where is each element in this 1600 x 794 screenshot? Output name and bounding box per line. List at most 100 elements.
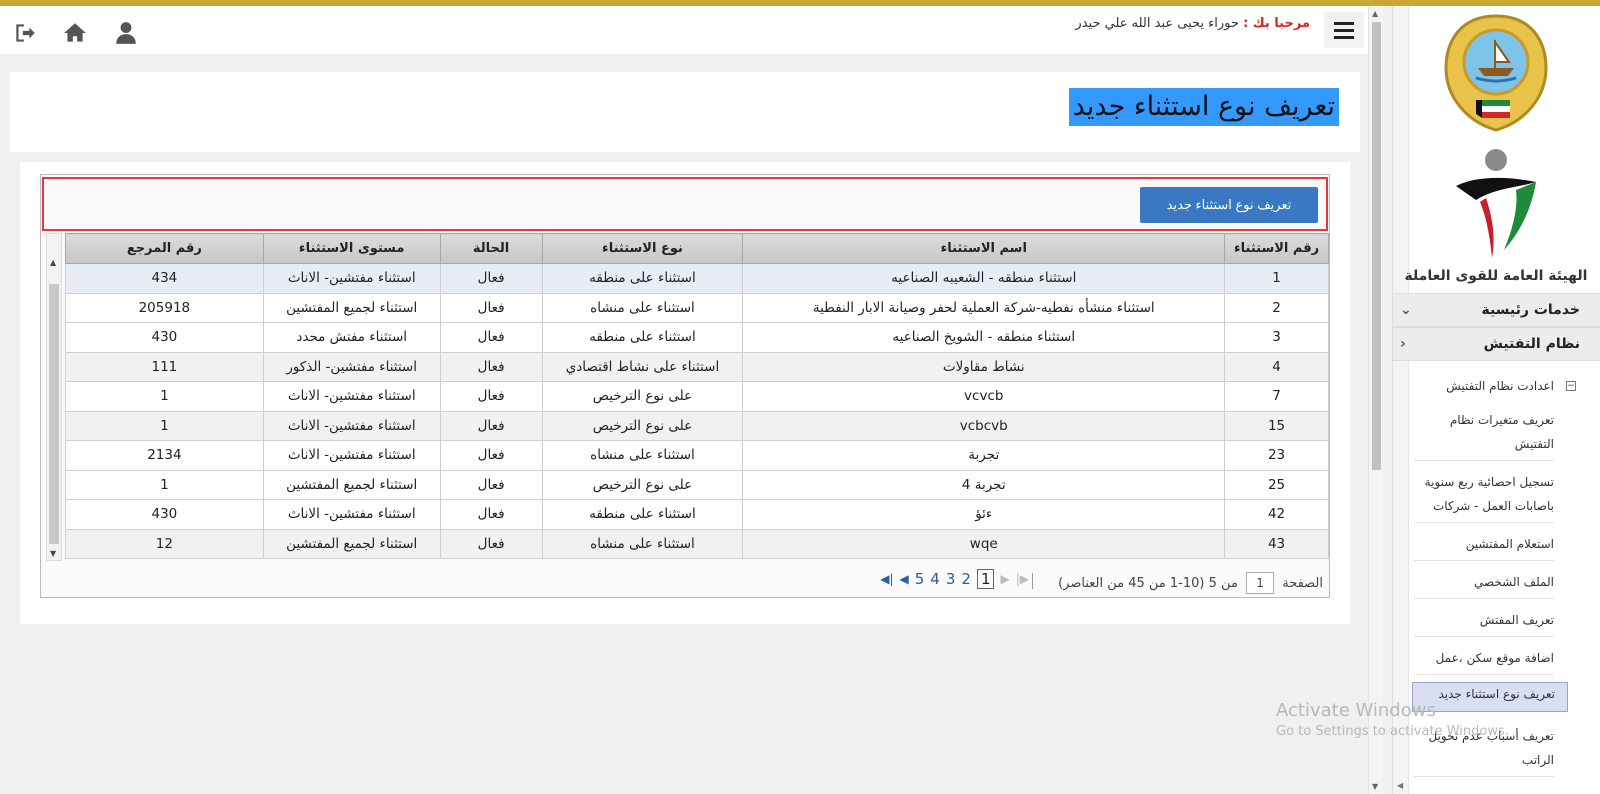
table-cell: استثناء على منطقه — [541, 499, 744, 530]
table-cell: 205918 — [65, 292, 264, 323]
user-name: حوراء يحيى عبد الله علي حيدر — [1075, 16, 1239, 31]
grid-scroll-thumb[interactable] — [49, 284, 59, 544]
sidebar-item-inspection-system[interactable]: نظام التفتيش ‹ — [1393, 327, 1600, 361]
table-cell: 2 — [1224, 292, 1329, 323]
table-cell: استثناء مفتشين- الذكور — [262, 351, 441, 382]
table-cell: استثناء مفتشين- الاناث — [262, 263, 441, 294]
chevron-left-icon: ‹ — [1400, 336, 1406, 352]
menu-toggle-button[interactable] — [1324, 12, 1364, 48]
table-cell: 15 — [1224, 410, 1329, 441]
grid-scrollbar[interactable]: ▲ ▼ — [46, 233, 62, 561]
table-cell: 7 — [1224, 381, 1329, 412]
page-scroll-thumb[interactable] — [1372, 22, 1381, 470]
column-header[interactable]: نوع الاستثناء — [541, 233, 744, 264]
table-cell: فعال — [439, 263, 543, 294]
home-icon[interactable] — [62, 20, 88, 46]
table-cell: 430 — [65, 322, 264, 353]
first-page-icon[interactable]: |◀ — [880, 572, 893, 586]
column-header[interactable]: اسم الاستثناء — [742, 233, 1226, 264]
sidebar-item-define-inspector[interactable]: تعريف المفتش — [1414, 608, 1554, 637]
table-row[interactable]: 43 wqe استثناء على منشاه فعال استثناء لج… — [65, 528, 1329, 559]
sidebar-item-label: اعدادت نظام التفتيش — [1446, 379, 1554, 393]
pager-nav: ▶| ▶ 1 2 3 4 5 ◀ |◀ — [880, 569, 1029, 589]
table-cell: فعال — [439, 351, 543, 382]
pager-divider — [1032, 573, 1033, 589]
sidebar-item-label: نظام التفتيش — [1483, 336, 1580, 352]
table-cell: استثناء لجميع المفتشين — [262, 528, 441, 559]
table-cell: استثناء مفتشين- الاناث — [262, 499, 441, 530]
table-cell: على نوع الترخيص — [541, 469, 744, 500]
sidebar-item-inspection-settings[interactable]: − اعدادت نظام التفتيش — [1393, 373, 1600, 399]
table-cell: wqe — [742, 528, 1226, 559]
hamburger-icon — [1334, 21, 1354, 25]
page-link[interactable]: 2 — [961, 570, 971, 588]
table-row[interactable]: 42 ءئؤ استثناء على منطقه فعال استثناء مف… — [65, 499, 1329, 530]
column-header[interactable]: الحالة — [439, 233, 543, 264]
table-cell: استثناء على منشاه — [541, 528, 744, 559]
chevron-down-icon: ⌄ — [1400, 302, 1412, 318]
previous-page-icon[interactable]: ◀ — [900, 572, 909, 586]
table-cell: 1 — [65, 381, 264, 412]
page-link[interactable]: 4 — [930, 570, 940, 588]
sidebar-item-main-services[interactable]: خدمات رئيسية ⌄ — [1393, 293, 1600, 327]
sidebar: ◀ الهيئة العامة للقوى العاملة خدمات رئيس… — [1392, 6, 1600, 794]
last-page-icon[interactable]: ▶| — [1016, 572, 1029, 586]
table-cell: 4 — [1224, 351, 1329, 382]
table-cell: استثناء على منطقه — [541, 322, 744, 353]
content-card: تعريف نوع استثناء جديد ▲ ▼ رقم الاستثناء… — [20, 162, 1350, 624]
scroll-down-arrow-icon[interactable]: ▼ — [50, 549, 56, 558]
collapse-icon[interactable]: − — [1566, 381, 1576, 391]
column-header[interactable]: رقم الاستثناء — [1224, 233, 1329, 264]
user-icon[interactable] — [113, 20, 139, 46]
table-cell: استثناء منطقه - الشويخ الصناعيه — [742, 322, 1226, 353]
table-row[interactable]: 2 استثناء منشأه نفطيه-شركة العملية لحفر … — [65, 292, 1329, 323]
exceptions-grid: تعريف نوع استثناء جديد ▲ ▼ رقم الاستثناء… — [40, 174, 1330, 598]
column-header[interactable]: رقم المرجع — [65, 233, 264, 264]
table-row[interactable]: 25 تجربة 4 على نوع الترخيص فعال استثناء … — [65, 469, 1329, 500]
table-cell: استثناء على منشاه — [541, 440, 744, 471]
table-header-row: رقم الاستثناء اسم الاستثناء نوع الاستثنا… — [65, 233, 1329, 264]
table-row[interactable]: 23 تجربة استثناء على منشاه فعال استثناء … — [65, 440, 1329, 471]
sidebar-item-profile[interactable]: الملف الشخصي — [1414, 570, 1554, 599]
scroll-up-arrow-icon[interactable]: ▲ — [1372, 9, 1378, 18]
sidebar-item-define-variables[interactable]: تعريف متغيرات نظام التفتيش — [1414, 408, 1554, 461]
page-title-card: تعريف نوع استثناء جديد — [10, 72, 1360, 152]
sidebar-item-quarterly-stats[interactable]: تسجيل احصائية ربع سنوية باصابات العمل - … — [1414, 470, 1554, 523]
sidebar-scrollbar[interactable]: ◀ — [1393, 6, 1409, 794]
page-number-input[interactable]: 1 — [1246, 572, 1275, 594]
column-header[interactable]: مستوى الاستثناء — [262, 233, 441, 264]
page-scrollbar[interactable]: ▲ ▼ — [1368, 6, 1383, 794]
next-page-icon[interactable]: ▶ — [1000, 572, 1009, 586]
table-cell: فعال — [439, 440, 543, 471]
kuwait-emblem-logo — [1444, 14, 1548, 132]
table-row[interactable]: 15 vcbcvb على نوع الترخيص فعال استثناء م… — [65, 410, 1329, 441]
scroll-left-arrow-icon[interactable]: ◀ — [1397, 781, 1403, 790]
sidebar-item-inspectors-query[interactable]: استعلام المفتشين — [1414, 532, 1554, 561]
table-cell: 1 — [65, 410, 264, 441]
sidebar-item-add-location[interactable]: اضافة موقع سكن ،عمل — [1414, 646, 1554, 675]
activation-watermark-subtitle: Go to Settings to activate Windows. — [1276, 724, 1509, 739]
table-cell: 434 — [65, 263, 264, 294]
pager-info: الصفحة 1 من 5 (10-1 من 45 من العناصر) — [1058, 572, 1323, 594]
table-cell: فعال — [439, 322, 543, 353]
table-row[interactable]: 7 vcvcb على نوع الترخيص فعال استثناء مفت… — [65, 381, 1329, 412]
table-cell: استثناء مفتشين- الاناث — [262, 440, 441, 471]
page-link[interactable]: 5 — [915, 570, 925, 588]
table-cell: 2134 — [65, 440, 264, 471]
table-cell: فعال — [439, 292, 543, 323]
page-link-current[interactable]: 1 — [976, 569, 995, 589]
table-row[interactable]: 3 استثناء منطقه - الشويخ الصناعيه استثنا… — [65, 322, 1329, 353]
logout-icon[interactable] — [12, 20, 38, 46]
table-row[interactable]: 1 استثناء منطقه - الشعيبه الصناعيه استثن… — [65, 263, 1329, 294]
scroll-up-arrow-icon[interactable]: ▲ — [50, 258, 56, 267]
scroll-down-arrow-icon[interactable]: ▼ — [1372, 782, 1378, 791]
table-cell: 1 — [65, 469, 264, 500]
table-cell: فعال — [439, 381, 543, 412]
table-cell: نشاط مقاولات — [742, 351, 1226, 382]
sidebar-item-label: خدمات رئيسية — [1481, 302, 1580, 318]
page-link[interactable]: 3 — [946, 570, 956, 588]
table-row[interactable]: 4 نشاط مقاولات استثناء على نشاط اقتصادي … — [65, 351, 1329, 382]
welcome-label: مرحبا بك : — [1243, 16, 1310, 31]
table-cell: استثناء على نشاط اقتصادي — [541, 351, 744, 382]
new-exception-type-button[interactable]: تعريف نوع استثناء جديد — [1140, 187, 1318, 223]
